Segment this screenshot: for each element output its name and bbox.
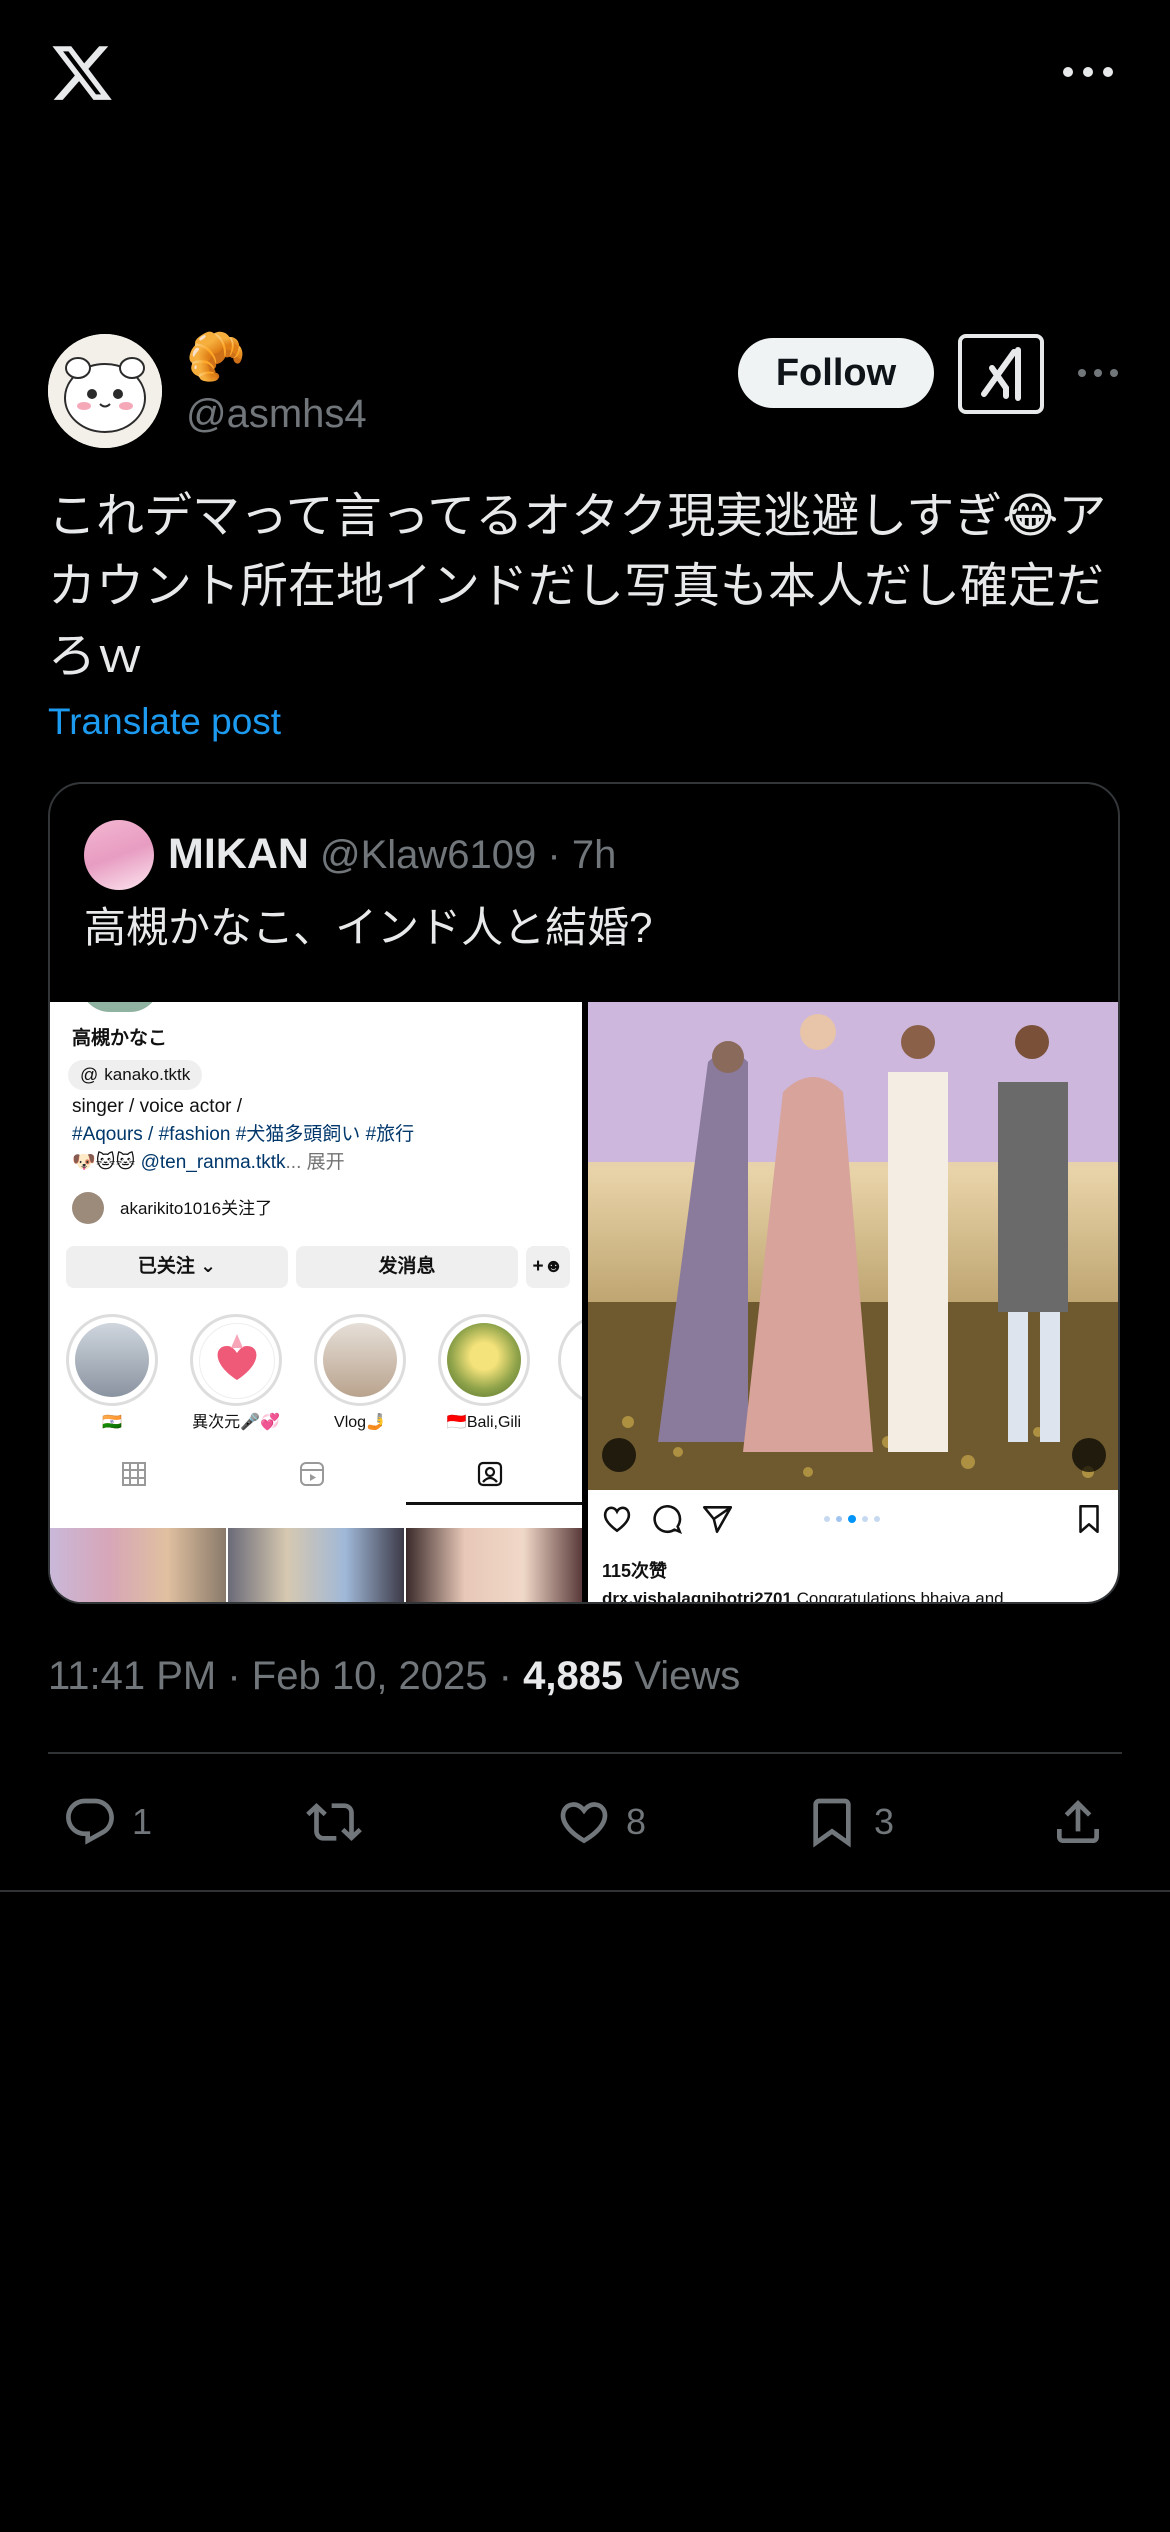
post-more-icon[interactable]	[1076, 365, 1120, 381]
user-tag-icon[interactable]	[602, 1438, 636, 1472]
highlight-1[interactable]	[66, 1314, 158, 1406]
share-button[interactable]	[1050, 1790, 1106, 1854]
likes-count: 115次赞	[602, 1561, 668, 1581]
highlight-3[interactable]	[314, 1314, 406, 1406]
grid-photo-3[interactable]	[406, 1528, 582, 1602]
quote-text: 高槻かなこ、インド人と結婚?	[84, 904, 653, 951]
grid-photo-1[interactable]	[50, 1528, 226, 1602]
repost-icon	[306, 1803, 362, 1841]
profile-name: 高槻かなこ	[72, 1028, 168, 1049]
following-button[interactable]: 已关注 ⌄	[66, 1246, 288, 1288]
like-button[interactable]: 8	[556, 1790, 646, 1854]
heart-outline-icon[interactable]	[600, 1502, 634, 1541]
repost-button[interactable]	[306, 1790, 362, 1854]
mute-icon[interactable]	[1072, 1438, 1106, 1472]
reply-icon	[66, 1798, 114, 1845]
bio-line-3: 🐶🐱🐱 @ten_ranma.tktk... 展开	[72, 1150, 345, 1176]
comment-icon[interactable]	[650, 1502, 684, 1541]
quote-handle-time: @Klaw6109 · 7h	[320, 833, 617, 877]
avatar[interactable]	[48, 334, 162, 448]
carousel-dots	[824, 1515, 880, 1523]
bookmark-icon	[813, 1798, 851, 1848]
bookmark-button[interactable]: 3	[804, 1790, 894, 1854]
follower-avatar	[72, 1192, 104, 1224]
post-text: これデマって言ってるオタク現実逃避しすぎ😂アカウント所在地インドだし写真も本人だ…	[48, 490, 1107, 683]
views-label: Views	[634, 1654, 741, 1698]
bio-line-2: #Aqours / #fashion #犬猫多頭飼い #旅行	[72, 1124, 415, 1145]
add-person-button[interactable]: +☻	[526, 1246, 570, 1288]
bio-emoji: 🐶🐱🐱	[72, 1152, 136, 1173]
post-time[interactable]: 11:41 PM · Feb 10, 2025 ·	[48, 1654, 523, 1698]
divider	[0, 1890, 1170, 1892]
caption-text: Congratulations bhaiya and	[796, 1589, 1004, 1604]
bio-line-1: singer / voice actor /	[72, 1096, 243, 1117]
highlight-label-4: 🇮🇩Bali,Gili	[446, 1414, 522, 1431]
grid-tab-icon[interactable]	[120, 1460, 148, 1493]
x-logo-icon[interactable]	[48, 40, 116, 106]
more-options-icon[interactable]	[1060, 60, 1116, 84]
divider	[48, 1752, 1122, 1754]
reels-tab-icon[interactable]	[298, 1460, 326, 1493]
followed-by: akarikito1016关注了	[120, 1199, 273, 1218]
quote-image-right[interactable]: 115次赞 drx.vishalagnihotri2701 Congratula…	[588, 1002, 1118, 1604]
wedding-photo	[588, 1002, 1118, 1490]
heart-icon	[560, 1802, 608, 1844]
quote-display-name[interactable]: MIKAN	[168, 824, 309, 884]
upload-icon	[1057, 1800, 1099, 1843]
highlight-label-2: 異次元🎤💞	[192, 1414, 280, 1431]
caption-user[interactable]: drx.vishalagnihotri2701	[602, 1589, 792, 1602]
bookmark-count: 3	[874, 1801, 895, 1842]
quote-avatar[interactable]	[84, 820, 154, 890]
save-icon[interactable]	[1072, 1502, 1106, 1541]
like-count: 8	[626, 1801, 647, 1842]
tagged-tab-icon[interactable]	[476, 1460, 504, 1493]
display-name[interactable]: 🥐	[186, 330, 246, 386]
post-timestamp: 11:41 PM · Feb 10, 2025 · 4,885 Views	[48, 1648, 740, 1704]
highlight-label-1: 🇮🇳	[102, 1414, 122, 1431]
highlight-label-3: Vlog🤳	[334, 1414, 386, 1431]
reply-count: 1	[132, 1801, 153, 1842]
views-count: 4,885	[523, 1654, 624, 1698]
grok-icon[interactable]	[958, 334, 1044, 414]
highlight-2[interactable]	[190, 1314, 282, 1406]
grid-photo-2[interactable]	[228, 1528, 404, 1602]
share-icon[interactable]	[700, 1502, 734, 1541]
bio-more[interactable]: ... 展开	[286, 1152, 345, 1173]
bio-link[interactable]: @ten_ranma.tktk	[141, 1152, 286, 1173]
caption: drx.vishalagnihotri2701 Congratulations …	[602, 1586, 1004, 1604]
reply-button[interactable]: 1	[62, 1790, 152, 1854]
threads-tag: @ kanako.tktk	[68, 1060, 203, 1090]
profile-photo-top	[80, 1002, 160, 1012]
threads-handle: kanako.tktk	[104, 1065, 191, 1084]
user-handle[interactable]: @asmhs4	[186, 388, 367, 440]
threads-icon: @	[80, 1064, 99, 1085]
highlight-4[interactable]	[438, 1314, 530, 1406]
active-tab-indicator	[406, 1502, 582, 1505]
translate-post-link[interactable]: Translate post	[48, 696, 281, 748]
quote-image-left[interactable]: 高槻かなこ @ kanako.tktk singer / voice actor…	[50, 1002, 582, 1602]
follow-button[interactable]: Follow	[738, 338, 934, 408]
message-button[interactable]: 发消息	[296, 1246, 518, 1288]
quoted-post[interactable]: MIKAN @Klaw6109 · 7h 高槻かなこ、インド人と結婚? 高槻かな…	[48, 782, 1120, 1604]
highlight-5[interactable]	[558, 1314, 582, 1406]
